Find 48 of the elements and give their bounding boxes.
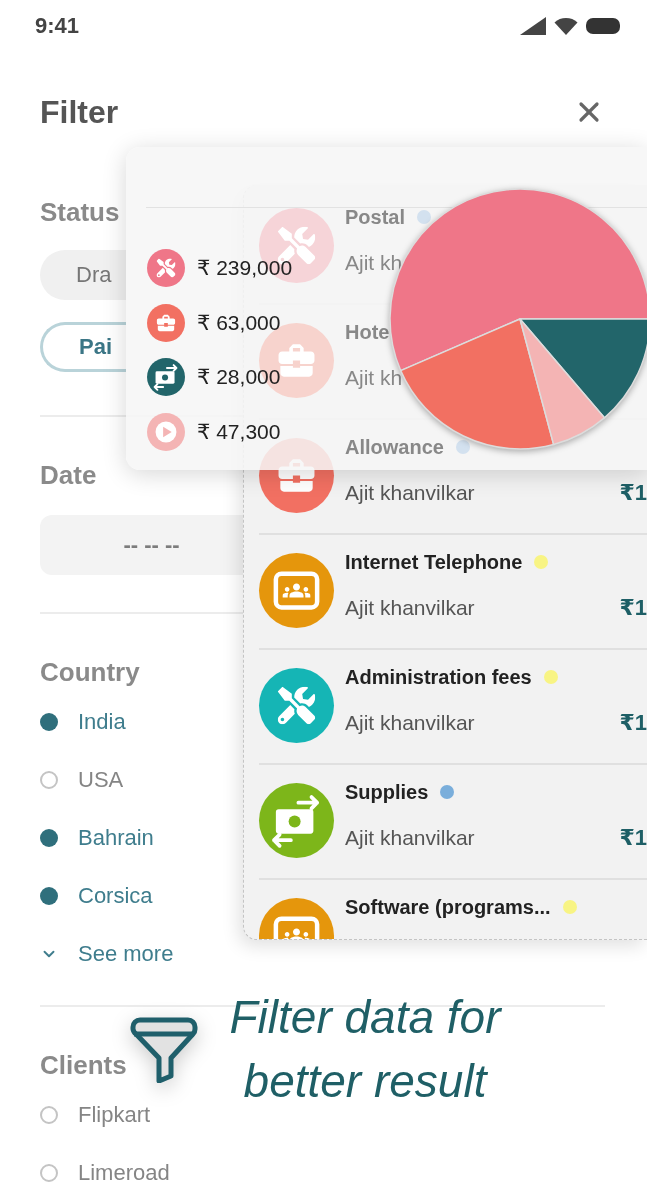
expense-amount: ₹1 (619, 595, 647, 621)
checkbox[interactable] (40, 829, 58, 847)
checkbox[interactable] (40, 1106, 58, 1124)
checkbox[interactable] (40, 771, 58, 789)
expense-owner: Ajit khanvilkar (345, 710, 475, 736)
section-label: Clients (40, 1050, 127, 1080)
expense-owner: Ajit khanvilkar (345, 480, 475, 506)
expense-title: Hote (345, 320, 390, 345)
see-more-link[interactable]: See more (40, 936, 174, 972)
legend-amount: ₹ 63,000 (197, 310, 281, 335)
option-label: Bahrain (78, 825, 154, 851)
option-label: USA (78, 767, 124, 793)
wifi-icon (554, 17, 578, 35)
signal-icon (520, 17, 546, 35)
expense-title: Internet Telephone (345, 550, 523, 575)
option-label: Flipkart (78, 1102, 151, 1128)
expense-amount: ₹1 (619, 710, 647, 736)
status-chip[interactable]: Dra (40, 250, 126, 300)
battery-icon (586, 18, 620, 34)
option-label: India (78, 709, 126, 735)
option-label: Limeroad (78, 1160, 170, 1186)
filter-icon (130, 1015, 198, 1083)
section-label: Date (40, 460, 97, 490)
expense-amount: ₹1 (619, 480, 647, 506)
status-time: 9:41 (35, 13, 80, 39)
checkbox[interactable] (40, 887, 58, 905)
expense-owner: Ajit khanvilkar (345, 825, 475, 851)
caption-text: Filter data for better result (228, 990, 503, 1109)
expense-title: Software (programs... (345, 895, 551, 920)
expense-title: Administration fees (345, 665, 532, 690)
expense-title: Supplies (345, 780, 429, 805)
expense-title: Postal (345, 205, 406, 230)
legend-amount: ₹ 28,000 (197, 365, 281, 390)
status-chip[interactable]: Pai (40, 322, 126, 372)
page-title: Filter (40, 93, 119, 131)
expense-amount: ₹1 (619, 825, 647, 851)
expense-owner: Ajit khanvilkar (345, 595, 475, 621)
expense-owner: Ajit kh (345, 365, 403, 391)
legend-amount: ₹ 47,300 (197, 420, 281, 445)
expense-title: Allowance (345, 435, 444, 460)
section-label: Status (40, 197, 120, 227)
section-label: Country (40, 657, 140, 687)
legend-amount: ₹ 239,000 (197, 256, 293, 280)
option-label: Corsica (78, 883, 153, 909)
date-field[interactable]: -- -- -- (40, 515, 243, 575)
expense-owner: Ajit kh (345, 250, 403, 276)
checkbox[interactable] (40, 1164, 58, 1182)
checkbox[interactable] (40, 713, 58, 731)
